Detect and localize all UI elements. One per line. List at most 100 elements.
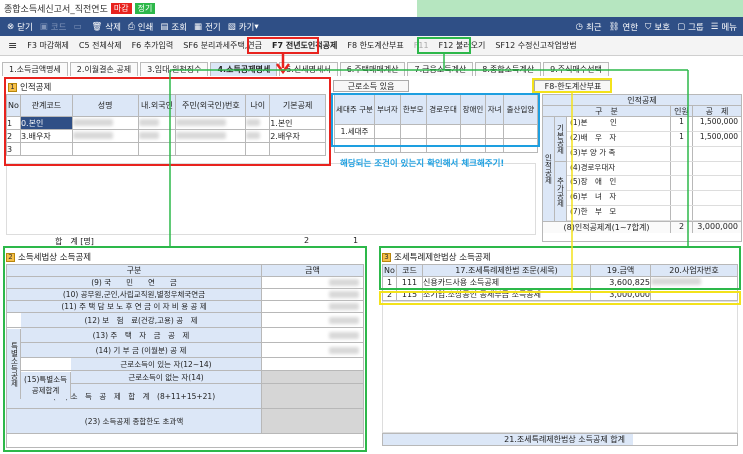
section2-row-amount[interactable] — [262, 371, 363, 383]
section2-row-amount[interactable] — [262, 289, 363, 300]
deduction-row-amount[interactable]: 1,500,000 — [693, 117, 741, 131]
relation-cell[interactable]: 0.본인 — [19, 116, 73, 130]
menu-button[interactable]: ☰ 메뉴 — [711, 21, 737, 33]
deduction-row-count[interactable] — [671, 206, 693, 220]
section2-row: 근로소득이 있는 자(12~14) — [7, 358, 363, 371]
deduction-total-amount: 3,000,000 — [697, 222, 738, 231]
business-no-cell[interactable] — [650, 276, 738, 289]
article-cell[interactable]: 소기업.소상공인 공제부금 소득공제 — [422, 288, 591, 301]
section2-heading: 2 소득세법상 소득공제 — [6, 251, 91, 263]
tab-total-income[interactable]: 8.종합소득계산 — [475, 62, 542, 76]
deduction-row-label: (1)본 인 — [567, 117, 671, 131]
tab-house-sale[interactable]: 6.주택매매계산 — [339, 62, 406, 76]
tab-loss-carryover[interactable]: 2.이월결손.공제 — [69, 62, 139, 76]
section2-row-amount[interactable] — [262, 313, 363, 327]
regular-badge: 정기 — [134, 3, 156, 14]
deduction-row-amount[interactable] — [693, 147, 741, 161]
deduction-row-count[interactable]: 1 — [671, 131, 693, 146]
deduction-row-count[interactable] — [671, 146, 693, 161]
protect-button[interactable]: ⛉ 보호 — [645, 21, 670, 33]
fkey-separate-tax[interactable]: SF6 분리과세주택,연금 — [183, 40, 262, 51]
col-single-parent: 한부모 — [399, 94, 427, 125]
special-deduction-side-label: 특별소득공제 — [7, 329, 21, 399]
section2-row-amount[interactable] — [262, 358, 363, 370]
electronic-button[interactable]: ▦ 전기 — [194, 21, 221, 33]
tab-income-deduction[interactable]: 4.소득공제명세 — [210, 62, 278, 76]
tab-stock-option[interactable]: 9.주식매수선택 — [543, 62, 609, 76]
blank-button[interactable]: ▭ — [73, 22, 84, 32]
section2-row-label: 근로소득이 없는 자(14) — [71, 371, 262, 383]
extra-group-label: 추가공제 — [555, 162, 566, 221]
resident-id-cell[interactable] — [175, 129, 247, 143]
name-cell[interactable] — [71, 129, 139, 143]
table-row[interactable]: 1.세대주 — [334, 124, 539, 139]
amount-cell[interactable]: 3,000,000 — [590, 288, 651, 301]
deduction-row-amount[interactable] — [693, 176, 741, 190]
table-row[interactable]: 2 115 소기업.소상공인 공제부금 소득공제 3,000,000 — [382, 288, 738, 301]
print-button[interactable]: ⎙ 인쇄 — [128, 21, 153, 33]
deduction-row-count[interactable] — [671, 176, 693, 191]
deduction-row-amount[interactable] — [693, 191, 741, 205]
age-cell[interactable] — [245, 129, 271, 143]
section2-row-amount[interactable] — [262, 384, 363, 408]
section2-row-amount[interactable] — [262, 409, 363, 433]
fkey-import[interactable]: F12 불러오기 — [439, 40, 486, 51]
fkey-amend-method[interactable]: SF12 수정신고작업방법 — [495, 40, 576, 51]
group-button[interactable]: ▢ 그룹 — [677, 21, 704, 33]
table-row[interactable]: 1 0.본인 1.본인 — [6, 116, 326, 130]
business-no-cell[interactable] — [650, 288, 738, 301]
resident-id-cell[interactable] — [175, 116, 247, 130]
relation-cell[interactable]: 3.배우자 — [19, 129, 73, 143]
relation-cell[interactable] — [19, 142, 73, 156]
fkey-delete-all[interactable]: C5 전체삭제 — [79, 40, 122, 51]
code-button[interactable]: ▣ 코드 — [40, 21, 67, 33]
fkey-limit-table[interactable]: F8 한도계산부표 — [347, 40, 403, 51]
close-button[interactable]: ⊗ 닫기 — [7, 21, 33, 33]
earned-income-button[interactable]: 근로소득 있음 — [333, 80, 409, 92]
recent-button[interactable]: ◷ 최근 — [576, 21, 602, 33]
deduction-row-label: (3)부 양 가 족 — [567, 146, 671, 161]
tab-financial-income[interactable]: 7.금융소득계산 — [407, 62, 474, 76]
basic-cell[interactable]: 1.본인 — [269, 116, 326, 130]
hamburger-icon[interactable]: ≡ — [8, 39, 17, 52]
fkey-add-input[interactable]: F6 추가입력 — [132, 40, 174, 51]
card-button[interactable]: ▧ 카기 ▾ — [228, 21, 259, 33]
deduction-row-amount[interactable]: 1,500,000 — [693, 132, 741, 146]
fkey-f11[interactable]: F11 — [414, 41, 429, 50]
name-cell[interactable] — [71, 116, 139, 130]
limit-table-button[interactable]: F8-한도계산부표 — [534, 80, 612, 92]
delete-button[interactable]: 🗑 삭제 — [91, 21, 120, 33]
tab-income-detail[interactable]: 1.소득금액명세 — [2, 62, 68, 76]
deduction-row-label: (7)한 부 모 — [567, 206, 671, 220]
code-cell[interactable]: 115 — [396, 288, 423, 301]
tab-5[interactable]: 5.신세명세서 — [279, 62, 338, 76]
deduction-row-amount[interactable] — [693, 162, 741, 176]
basic-cell[interactable]: 2.배우자 — [269, 129, 326, 143]
nationality-cell[interactable] — [137, 129, 177, 143]
table-row[interactable]: 1 111 신용카드사용 소득공제 3,600,825 — [382, 276, 738, 289]
link-button[interactable]: ⛓ 연한 — [609, 21, 638, 33]
deduction-row-count[interactable] — [671, 191, 693, 206]
table-row[interactable]: 2 3.배우자 2.배우자 — [6, 129, 326, 143]
section2-row-amount[interactable] — [262, 343, 363, 357]
code-cell[interactable]: 111 — [396, 276, 423, 289]
deduction-row-count[interactable]: 1 — [671, 117, 693, 131]
household-head-cell[interactable]: 1.세대주 — [334, 124, 375, 139]
fkey-closing-release[interactable]: F3 마감해제 — [27, 40, 69, 51]
age-cell[interactable] — [245, 116, 271, 130]
deduction-row-count[interactable] — [671, 161, 693, 176]
deduction-row: (4)경로우대자 — [567, 161, 741, 177]
fkey-prev-year-deduction[interactable]: F7 전년도인적공제 — [272, 40, 337, 51]
table-row[interactable]: 3 — [6, 142, 326, 156]
section2-row-label: 근로소득이 있는 자(12~14) — [71, 358, 262, 370]
nationality-cell[interactable] — [137, 116, 177, 130]
tab-rent-withholding[interactable]: 3.임대.원천징수 — [140, 62, 209, 76]
section2-row-amount[interactable] — [262, 277, 363, 288]
view-button[interactable]: ▤ 조회 — [160, 21, 187, 33]
section2-row-amount[interactable] — [262, 301, 363, 312]
group-icon: ▢ — [677, 21, 686, 32]
deduction-row-amount[interactable] — [693, 206, 741, 220]
article-cell[interactable]: 신용카드사용 소득공제 — [422, 276, 591, 289]
section2-row-amount[interactable] — [262, 328, 363, 342]
amount-cell[interactable]: 3,600,825 — [590, 276, 651, 289]
